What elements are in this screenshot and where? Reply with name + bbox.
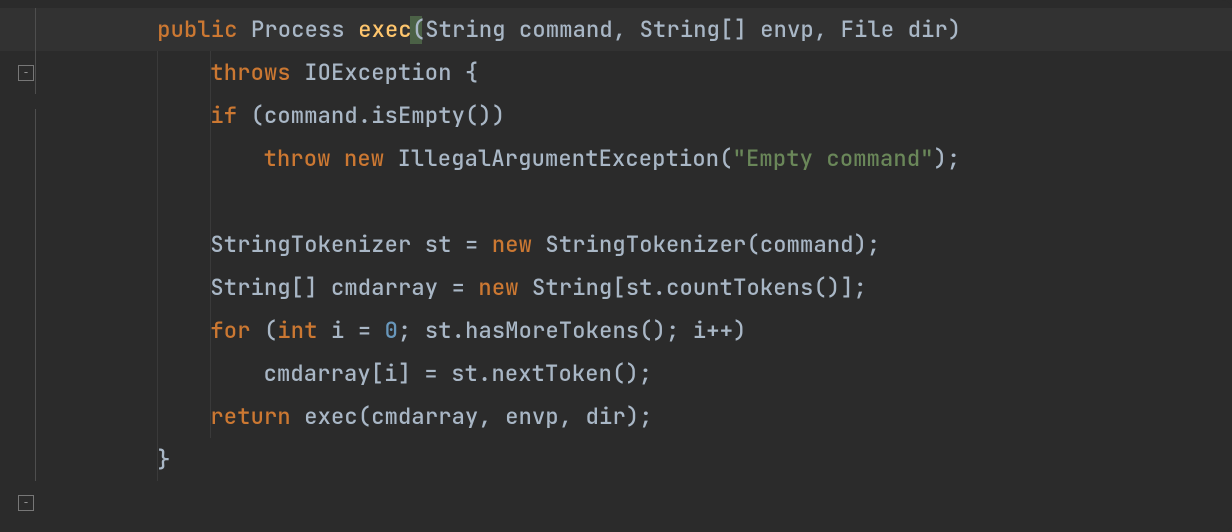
token-punct: . bbox=[478, 352, 491, 395]
token-type: StringTokenizer bbox=[545, 223, 746, 266]
code-line[interactable]: for (int i = 0; st.hasMoreTokens(); i++) bbox=[48, 309, 1232, 352]
token-type: StringTokenizer bbox=[210, 223, 424, 266]
token-punct: ); bbox=[626, 395, 653, 438]
token-ident: dir bbox=[586, 395, 626, 438]
token-punct: ( bbox=[264, 309, 277, 352]
token-mname: exec bbox=[358, 8, 412, 51]
token-punct: [] bbox=[291, 266, 331, 309]
token-ident: st bbox=[626, 266, 653, 309]
token-kw: for bbox=[210, 309, 264, 352]
code-area[interactable]: public Process exec(String command, Stri… bbox=[48, 0, 1232, 532]
token-ident: cmdarray bbox=[331, 266, 452, 309]
token-punct: [ bbox=[371, 352, 384, 395]
token-kw: new bbox=[492, 223, 546, 266]
code-line[interactable]: String[] cmdarray = new String[st.countT… bbox=[48, 266, 1232, 309]
token-type: IOException bbox=[304, 51, 465, 94]
token-punct: ; bbox=[398, 309, 425, 352]
token-punct: . bbox=[452, 309, 465, 352]
token-ident: command bbox=[264, 94, 358, 137]
token-ident: cmdarray bbox=[371, 395, 478, 438]
token-punct: , bbox=[559, 395, 586, 438]
token-punct: ) bbox=[948, 8, 961, 51]
token-punct: ); bbox=[934, 137, 961, 180]
token-punct: , bbox=[814, 8, 841, 51]
token-ident: cmdarray bbox=[264, 352, 371, 395]
token-str: "Empty command" bbox=[733, 137, 934, 180]
code-line[interactable]: throws IOException { bbox=[48, 51, 1232, 94]
code-line[interactable]: if (command.isEmpty()) bbox=[48, 94, 1232, 137]
token-punct: ] = bbox=[398, 352, 452, 395]
token-punct: = bbox=[452, 266, 479, 309]
fold-toggle-icon[interactable]: − bbox=[18, 65, 34, 81]
token-ident: nextToken bbox=[491, 352, 612, 395]
token-ident: isEmpty bbox=[371, 94, 465, 137]
code-line[interactable]: public Process exec(String command, Stri… bbox=[48, 8, 1232, 51]
token-kw: if bbox=[210, 94, 250, 137]
code-line[interactable]: cmdarray[i] = st.nextToken(); bbox=[48, 352, 1232, 395]
token-kw: new bbox=[478, 266, 532, 309]
token-punct: (); bbox=[612, 352, 652, 395]
token-punct: = bbox=[358, 309, 385, 352]
token-punct: ()]; bbox=[813, 266, 867, 309]
code-line[interactable] bbox=[48, 481, 1232, 524]
current-line-highlight-gutter bbox=[0, 8, 48, 51]
token-kw: throws bbox=[210, 51, 304, 94]
token-punct: ); bbox=[854, 223, 881, 266]
token-type: Process bbox=[251, 8, 358, 51]
gutter-structure-line bbox=[35, 109, 36, 481]
token-ident: command bbox=[519, 8, 613, 51]
token-ident: st bbox=[425, 309, 452, 352]
code-line[interactable] bbox=[48, 180, 1232, 223]
token-num: 0 bbox=[385, 309, 398, 352]
token-punct: . bbox=[653, 266, 666, 309]
token-ident: envp bbox=[760, 8, 814, 51]
token-type: IllegalArgumentException bbox=[398, 137, 720, 180]
token-punct: . bbox=[358, 94, 371, 137]
code-line[interactable]: return exec(cmdarray, envp, dir); bbox=[48, 395, 1232, 438]
token-ident: hasMoreTokens bbox=[465, 309, 639, 352]
token-ident: countTokens bbox=[666, 266, 813, 309]
token-kw: public bbox=[157, 8, 251, 51]
token-punct: = bbox=[465, 223, 492, 266]
token-ident: i bbox=[693, 309, 706, 352]
code-line[interactable]: StringTokenizer st = new StringTokenizer… bbox=[48, 223, 1232, 266]
gutter: −− bbox=[0, 0, 48, 532]
token-punct: } bbox=[157, 438, 170, 481]
token-punct: ( bbox=[719, 137, 732, 180]
token-ident: i bbox=[384, 352, 397, 395]
code-line[interactable]: } bbox=[48, 438, 1232, 481]
token-type: String bbox=[425, 8, 519, 51]
token-ident: exec bbox=[304, 395, 358, 438]
token-ident: command bbox=[760, 223, 854, 266]
token-type: String bbox=[210, 266, 290, 309]
token-punct: , bbox=[478, 395, 505, 438]
token-punct: [] bbox=[720, 8, 760, 51]
token-ident: envp bbox=[505, 395, 559, 438]
token-type: String bbox=[532, 266, 612, 309]
code-line[interactable]: throw new IllegalArgumentException("Empt… bbox=[48, 137, 1232, 180]
token-punct: (); bbox=[639, 309, 693, 352]
token-kw: throw new bbox=[264, 137, 398, 180]
token-type: String bbox=[640, 8, 720, 51]
token-ident: i bbox=[331, 309, 358, 352]
token-punct: [ bbox=[612, 266, 625, 309]
gutter-structure-line bbox=[35, 8, 36, 94]
code-editor[interactable]: −− public Process exec(String command, S… bbox=[0, 0, 1232, 532]
token-ident: st bbox=[425, 223, 465, 266]
token-punct: ( bbox=[358, 395, 371, 438]
token-punct: ( bbox=[251, 94, 264, 137]
token-type: File bbox=[841, 8, 908, 51]
token-punct: , bbox=[613, 8, 640, 51]
token-punct: ()) bbox=[465, 94, 505, 137]
token-punct: ( bbox=[412, 8, 425, 51]
token-ident: dir bbox=[908, 8, 948, 51]
token-ident: st bbox=[451, 352, 478, 395]
token-kw: int bbox=[277, 309, 331, 352]
token-punct: ++) bbox=[706, 309, 746, 352]
fold-toggle-icon[interactable]: − bbox=[18, 495, 34, 511]
token-kw: return bbox=[210, 395, 304, 438]
token-punct: ( bbox=[746, 223, 759, 266]
token-punct: { bbox=[465, 51, 478, 94]
